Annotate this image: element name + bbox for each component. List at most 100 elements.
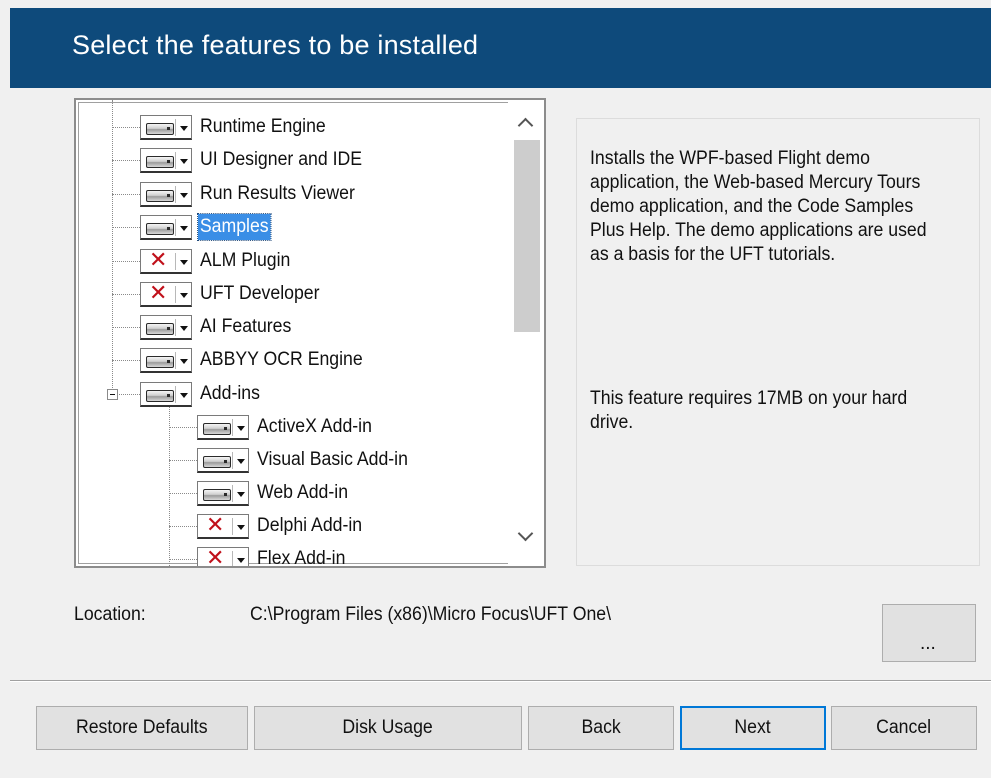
feature-state-dropdown[interactable] [140, 348, 192, 373]
tree-item-label: Runtime Engine [200, 116, 326, 137]
dropdown-arrow-icon [237, 558, 245, 563]
tree-item-flex-add-in[interactable]: ✕ Flex Add-in [76, 544, 506, 568]
dropdown-separator [175, 119, 176, 136]
tree-connector-line [112, 127, 140, 128]
tree-item-label: Flex Add-in [257, 548, 346, 568]
hard-drive-icon [146, 390, 174, 402]
dropdown-arrow-icon [180, 193, 188, 198]
tree-item-label: UI Designer and IDE [200, 149, 363, 170]
tree-item-abbyy-ocr-engine[interactable]: ABBYY OCR Engine [76, 345, 506, 375]
tree-item-activex-add-in[interactable]: ActiveX Add-in [76, 412, 506, 442]
feature-state-dropdown[interactable] [140, 115, 192, 140]
scrollbar-thumb[interactable] [514, 140, 540, 332]
disk-usage-label: Disk Usage [342, 717, 434, 738]
feature-state-dropdown[interactable]: ✕ [140, 281, 192, 307]
next-button[interactable]: Next [680, 706, 826, 750]
red-x-icon: ✕ [206, 513, 225, 538]
browse-button[interactable]: ... [882, 604, 976, 662]
feature-description-text: Installs the WPF-based Flight demo appli… [590, 148, 927, 265]
dropdown-separator [232, 452, 233, 469]
tree-item-uft-developer[interactable]: ✕ UFT Developer [76, 279, 506, 309]
dropdown-separator [175, 186, 176, 203]
dropdown-arrow-icon [180, 326, 188, 331]
tree-item-run-results-viewer[interactable]: Run Results Viewer [76, 179, 506, 209]
tree-item-label: UFT Developer [200, 283, 320, 304]
dropdown-arrow-icon [237, 426, 245, 431]
tree-item-ai-features[interactable]: AI Features [76, 312, 506, 342]
collapse-icon[interactable] [107, 389, 118, 400]
hard-drive-icon [146, 156, 174, 168]
dropdown-separator [232, 419, 233, 436]
tree-scrollbar[interactable] [508, 100, 544, 566]
tree-connector-line [112, 227, 140, 228]
feature-state-dropdown[interactable] [140, 182, 192, 207]
footer-divider-highlight [10, 681, 991, 682]
tree-item-label: ALM Plugin [200, 250, 291, 271]
back-button[interactable]: Back [528, 706, 674, 750]
tree-connector-line [169, 460, 197, 461]
tree-item-label: ABBYY OCR Engine [200, 349, 363, 370]
dropdown-arrow-icon [237, 459, 245, 464]
feature-state-dropdown[interactable] [140, 315, 192, 340]
feature-description-panel: Installs the WPF-based Flight demo appli… [576, 118, 980, 566]
tree-item-delphi-add-in[interactable]: ✕ Delphi Add-in [76, 511, 506, 541]
hard-drive-icon [203, 489, 231, 501]
scroll-down-arrow-icon[interactable] [516, 528, 536, 548]
tree-item-add-ins[interactable]: Add-ins [76, 379, 506, 409]
tree-item-ui-designer[interactable]: UI Designer and IDE [76, 145, 506, 175]
feature-state-dropdown[interactable] [197, 448, 249, 473]
dropdown-arrow-icon [180, 393, 188, 398]
location-path: C:\Program Files (x86)\Micro Focus\UFT O… [250, 604, 612, 625]
restore-defaults-label: Restore Defaults [76, 717, 208, 738]
feature-state-dropdown[interactable] [140, 382, 192, 407]
next-label: Next [734, 717, 772, 738]
scroll-up-arrow-icon[interactable] [516, 114, 536, 134]
tree-connector-line [112, 160, 140, 161]
dropdown-separator [232, 485, 233, 502]
feature-state-dropdown[interactable] [197, 415, 249, 440]
hard-drive-icon [146, 223, 174, 235]
hard-drive-icon [146, 356, 174, 368]
dropdown-separator [232, 551, 233, 566]
feature-state-dropdown[interactable]: ✕ [197, 513, 249, 539]
hard-drive-icon [146, 190, 174, 202]
tree-connector-line [112, 261, 140, 262]
back-label: Back [581, 717, 621, 738]
feature-size-requirement: This feature requires 17MB on your hard … [590, 388, 908, 433]
tree-connector-line [169, 493, 197, 494]
page-title: Select the features to be installed [72, 30, 479, 60]
dropdown-separator [175, 253, 176, 270]
hard-drive-icon [146, 323, 174, 335]
disk-usage-button[interactable]: Disk Usage [254, 706, 522, 750]
tree-item-label: Visual Basic Add-in [257, 449, 408, 470]
dropdown-separator [175, 386, 176, 403]
feature-state-dropdown[interactable]: ✕ [197, 546, 249, 566]
hard-drive-icon [203, 423, 231, 435]
tree-item-web-add-in[interactable]: Web Add-in [76, 478, 506, 508]
restore-defaults-button[interactable]: Restore Defaults [36, 706, 248, 750]
feature-state-dropdown[interactable] [140, 148, 192, 173]
location-label: Location: [74, 604, 146, 625]
dropdown-separator [232, 518, 233, 535]
tree-item-visual-basic-add-in[interactable]: Visual Basic Add-in [76, 445, 506, 475]
dropdown-arrow-icon [180, 159, 188, 164]
feature-state-dropdown[interactable] [197, 481, 249, 506]
tree-connector-line [169, 427, 197, 428]
dropdown-arrow-icon [180, 226, 188, 231]
dropdown-arrow-icon [180, 359, 188, 364]
tree-item-alm-plugin[interactable]: ✕ ALM Plugin [76, 246, 506, 276]
feature-state-dropdown[interactable]: ✕ [140, 248, 192, 274]
feature-tree[interactable]: Runtime Engine UI Designer and IDE Run R… [74, 98, 546, 568]
tree-connector-line [112, 194, 140, 195]
red-x-icon: ✕ [149, 248, 168, 273]
cancel-button[interactable]: Cancel [831, 706, 977, 750]
feature-state-dropdown[interactable] [140, 215, 192, 240]
dropdown-arrow-icon [180, 293, 188, 298]
tree-connector-line [112, 360, 140, 361]
tree-item-label: Samples [197, 213, 272, 241]
tree-item-samples[interactable]: Samples [76, 212, 506, 242]
dropdown-arrow-icon [237, 525, 245, 530]
tree-item-label: Web Add-in [257, 482, 349, 503]
tree-item-label: Add-ins [200, 383, 260, 404]
tree-item-runtime-engine[interactable]: Runtime Engine [76, 112, 506, 142]
